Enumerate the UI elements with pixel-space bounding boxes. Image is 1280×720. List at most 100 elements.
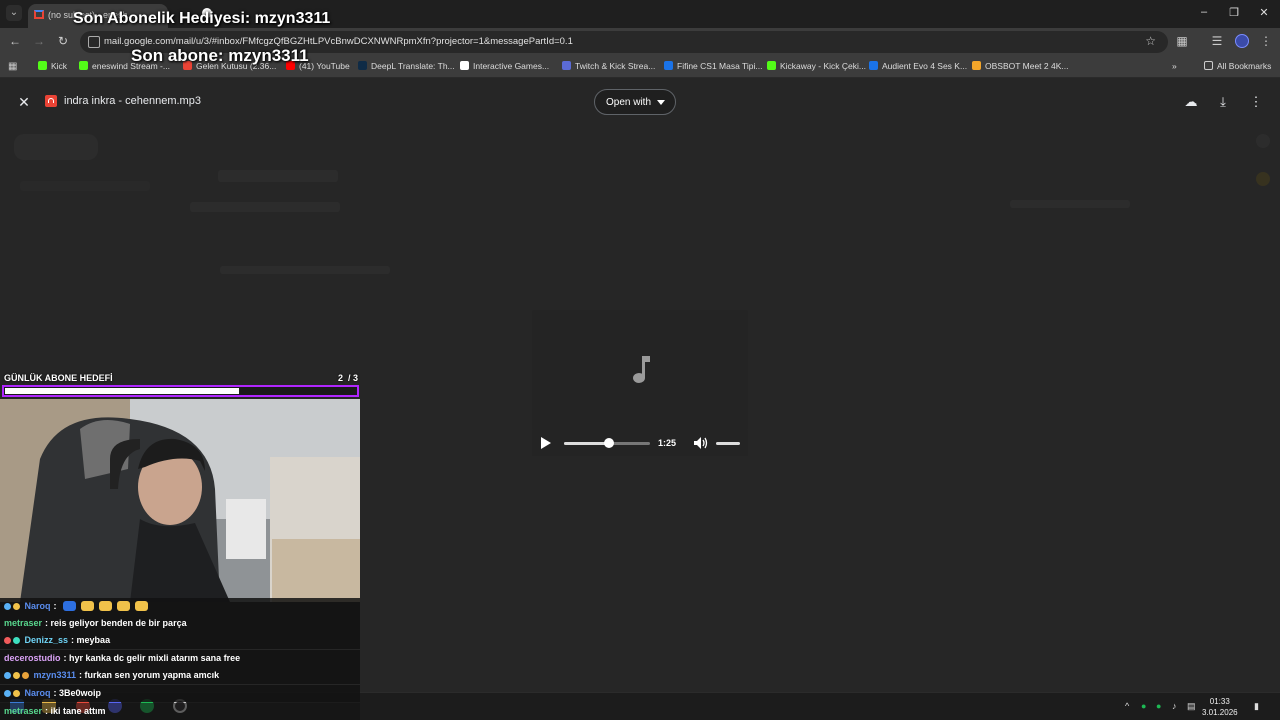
cp-icon bbox=[562, 61, 571, 70]
emote-icon bbox=[99, 601, 113, 611]
site-info-icon[interactable] bbox=[88, 36, 100, 48]
minimize-button[interactable]: – bbox=[1194, 6, 1214, 18]
badge-icon bbox=[4, 690, 11, 697]
bookmark-label: Twitch & Kick Strea... bbox=[575, 61, 656, 71]
chat-message: metraser: reis geliyor benden de bir par… bbox=[0, 615, 360, 632]
bookmark-item[interactable]: Kick bbox=[38, 61, 67, 71]
chat-username: Naroq bbox=[24, 601, 51, 611]
taskbar-clock[interactable]: 01:33 3.01.2026 bbox=[1202, 696, 1238, 718]
emote-icon bbox=[63, 601, 77, 611]
viewer-header: ✕ indra inkra - cehennem.mp3 Open with ☁… bbox=[0, 84, 1280, 120]
tray-overflow-icon[interactable]: ^ bbox=[1125, 701, 1129, 711]
tab-search-button[interactable]: ⌄ bbox=[6, 5, 22, 21]
badge-icon bbox=[4, 603, 11, 610]
obsbot-icon bbox=[972, 61, 981, 70]
badge-icon bbox=[4, 637, 11, 644]
chat-username: metraser bbox=[4, 618, 43, 628]
screen: ⌄ (no subject) - enesh... – ❐ ✕ ← → ↻ ma… bbox=[0, 0, 1280, 720]
notifications-icon[interactable]: ▮ bbox=[1254, 701, 1259, 712]
chat-message: Denizz_ss: meybaa bbox=[0, 632, 360, 649]
check-icon bbox=[869, 61, 878, 70]
playback-time: 1:25 bbox=[658, 438, 677, 448]
chat-message: decerostudio: hyr kanka dc gelir mixli a… bbox=[0, 650, 360, 667]
tray-app-icon[interactable]: ● bbox=[1141, 701, 1146, 711]
music-note-icon bbox=[633, 356, 650, 383]
audio-file-icon bbox=[45, 95, 57, 107]
bookmark-label: Fifine CS1 Masa Tipi... bbox=[677, 61, 763, 71]
goal-progress-bar bbox=[2, 385, 359, 397]
goal-label: GÜNLÜK ABONE HEDEFİ bbox=[4, 373, 113, 383]
download-icon[interactable]: ⤓ bbox=[1215, 94, 1231, 110]
extensions-icon[interactable]: ▦ bbox=[1174, 34, 1190, 48]
last-sub-overlay: Son abone: mzyn3311 bbox=[131, 46, 309, 65]
apps-icon[interactable]: ▦ bbox=[8, 61, 17, 72]
badge-icon bbox=[13, 672, 20, 679]
add-to-drive-icon[interactable]: ☁ bbox=[1183, 94, 1199, 110]
bookmark-label: Kickaway - Kick Çeki... bbox=[780, 61, 866, 71]
all-bookmarks-label: All Bookmarks bbox=[1217, 61, 1272, 71]
badge-icon bbox=[13, 603, 20, 610]
open-with-button[interactable]: Open with bbox=[594, 89, 676, 115]
restore-button[interactable]: ❐ bbox=[1224, 6, 1244, 19]
close-icon[interactable]: ✕ bbox=[16, 94, 32, 110]
chat-text: 3Be0woip bbox=[59, 688, 102, 698]
badge-icon bbox=[13, 690, 20, 697]
open-with-label: Open with bbox=[606, 97, 652, 108]
bookmark-item[interactable]: Interactive Games... bbox=[460, 61, 549, 71]
more-options-icon[interactable]: ⋮ bbox=[1248, 94, 1264, 110]
chat-message: Naroq: 3Be0woip bbox=[0, 685, 360, 702]
kick-icon bbox=[79, 61, 88, 70]
bookmark-item[interactable]: OBSBOT Meet 2 4K... bbox=[972, 61, 1068, 71]
forward-icon[interactable]: → bbox=[31, 34, 47, 48]
bookmark-star-icon[interactable]: ☆ bbox=[1145, 34, 1156, 48]
reload-icon[interactable]: ↻ bbox=[55, 34, 71, 48]
speaker-icon[interactable]: ♪ bbox=[1172, 701, 1177, 711]
seek-bar[interactable] bbox=[564, 438, 650, 448]
gmail-icon bbox=[34, 10, 44, 19]
volume-slider[interactable] bbox=[716, 442, 740, 445]
network-icon[interactable]: ▤ bbox=[1187, 701, 1196, 712]
bookmark-item[interactable]: DeepL Translate: Th... bbox=[358, 61, 455, 71]
media-controls-icon[interactable]: ☰ bbox=[1209, 34, 1225, 48]
profile-avatar[interactable] bbox=[1235, 34, 1249, 48]
spotify-tray-icon[interactable]: ● bbox=[1156, 701, 1161, 711]
check-icon bbox=[664, 61, 673, 70]
all-bookmarks[interactable]: All Bookmarks bbox=[1204, 61, 1271, 71]
chat-message: mzyn3311: furkan sen yorum yapma amcık bbox=[0, 667, 360, 684]
bookmark-item[interactable]: Audient Evo 4 Ses K... bbox=[869, 61, 967, 71]
chrome-menu-icon[interactable]: ⋮ bbox=[1258, 34, 1274, 48]
chat-message: Naroq: bbox=[0, 598, 360, 615]
chat-message: metraser: iki tane attım bbox=[0, 703, 360, 720]
chevron-down-icon bbox=[657, 100, 665, 105]
play-icon[interactable] bbox=[541, 437, 551, 449]
seek-thumb[interactable] bbox=[603, 438, 614, 448]
chat-text: iki tane attım bbox=[50, 706, 106, 716]
webcam-feed bbox=[0, 399, 360, 602]
page-icon bbox=[460, 61, 469, 70]
back-icon[interactable]: ← bbox=[7, 34, 23, 48]
close-window-button[interactable]: ✕ bbox=[1254, 6, 1274, 19]
deepl-icon bbox=[358, 61, 367, 70]
file-name: indra inkra - cehennem.mp3 bbox=[64, 95, 201, 107]
bookmark-label: Interactive Games... bbox=[473, 61, 550, 71]
chat-text: furkan sen yorum yapma amcık bbox=[84, 670, 220, 680]
bookmark-item[interactable]: Fifine CS1 Masa Tipi... bbox=[664, 61, 763, 71]
volume-icon[interactable] bbox=[694, 437, 708, 449]
folder-icon bbox=[1204, 61, 1213, 70]
stream-chat: Naroq: metraser: reis geliyor benden de … bbox=[0, 597, 360, 720]
bookmark-item[interactable]: Twitch & Kick Strea... bbox=[562, 61, 655, 71]
last-gift-overlay: Son Abonelik Hediyesi: mzyn3311 bbox=[73, 10, 331, 27]
more-bookmarks-icon[interactable]: » bbox=[1172, 61, 1177, 71]
chat-username: decerostudio bbox=[4, 653, 61, 663]
chat-username: Naroq bbox=[24, 688, 51, 698]
emote-icon bbox=[135, 601, 149, 611]
bookmark-label: Audient Evo 4 Ses K... bbox=[882, 61, 968, 71]
chat-text: reis geliyor benden de bir parça bbox=[50, 618, 187, 628]
goal-progress-fill bbox=[5, 388, 239, 394]
badge-icon bbox=[4, 672, 11, 679]
sub-goal-widget: GÜNLÜK ABONE HEDEFİ 2 / 3 bbox=[0, 370, 360, 400]
badge-icon bbox=[13, 637, 20, 644]
bookmark-label: OBSBOT Meet 2 4K... bbox=[985, 61, 1069, 71]
bookmark-item[interactable]: Kickaway - Kick Çeki... bbox=[767, 61, 866, 71]
audio-controls: 1:25 bbox=[532, 430, 748, 456]
